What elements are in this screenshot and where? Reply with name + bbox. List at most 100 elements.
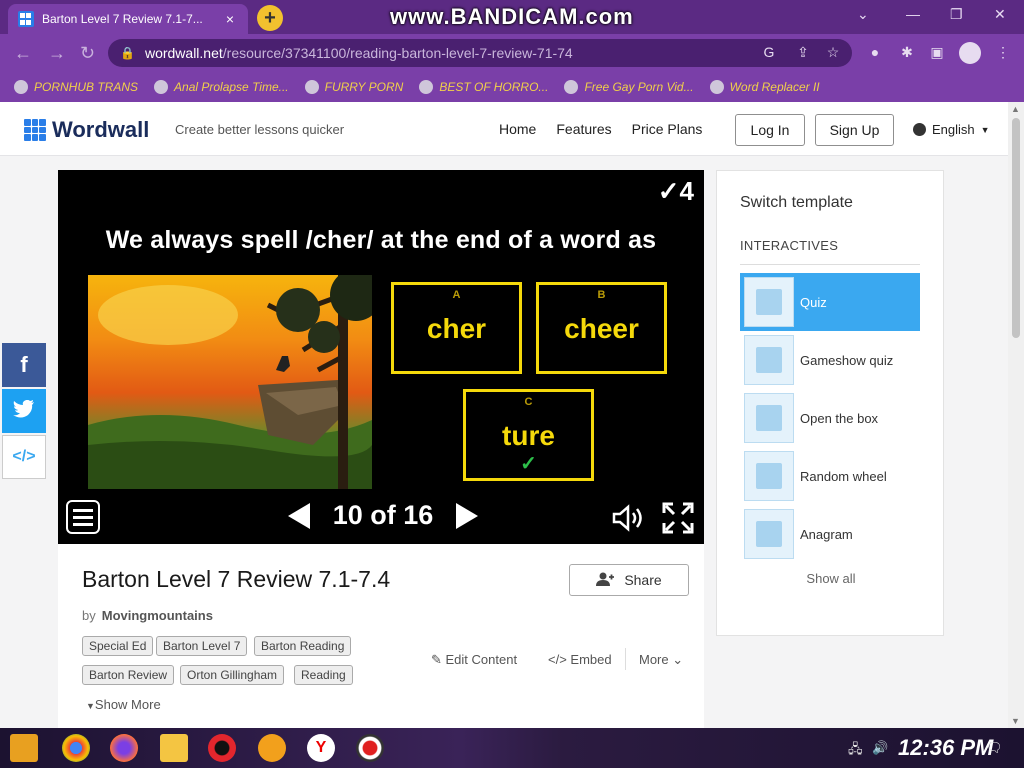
tab-close-icon[interactable]: × — [222, 11, 238, 27]
notifications-icon[interactable]: 🗨 — [986, 740, 1003, 756]
bookmark-item[interactable]: PORNHUB TRANS — [14, 80, 138, 94]
security-app-icon[interactable] — [258, 734, 286, 762]
nav-price-plans[interactable]: Price Plans — [632, 121, 703, 137]
firefox-taskbar-icon[interactable] — [110, 734, 138, 762]
profile-avatar-icon[interactable] — [959, 42, 981, 64]
system-clock[interactable]: 12:36 PM — [898, 735, 993, 761]
minimize-icon[interactable]: — — [906, 6, 920, 22]
bookmark-item[interactable]: BEST OF HORRO... — [419, 80, 548, 94]
scroll-down-icon[interactable]: ▼ — [1011, 716, 1020, 726]
tag-chip[interactable]: Special Ed — [82, 636, 154, 656]
speaker-svg — [612, 504, 642, 532]
yandex-browser-icon[interactable]: Y — [307, 734, 335, 762]
opera-taskbar-icon[interactable] — [208, 734, 236, 762]
embed-link[interactable]: </> Embed — [548, 652, 612, 667]
chrome-taskbar-icon[interactable] — [62, 734, 90, 762]
author-link[interactable]: Movingmountains — [102, 608, 213, 623]
show-all-link[interactable]: Show all — [717, 571, 945, 586]
google-lens-icon[interactable]: G — [760, 44, 778, 62]
facebook-icon: f — [20, 352, 28, 377]
wordwall-logo[interactable]: Wordwall — [24, 117, 149, 143]
url-bar[interactable]: 🔒 wordwall.net/resource/37341100/reading… — [108, 39, 852, 67]
answer-letter: C — [524, 396, 533, 408]
facebook-share-button[interactable]: f — [2, 343, 46, 387]
template-quiz[interactable]: Quiz — [740, 273, 920, 331]
gameshow-thumbnail-icon — [744, 335, 794, 385]
bookmark-favicon-icon — [709, 80, 724, 94]
bookmark-item[interactable]: Free Gay Porn Vid... — [564, 80, 694, 94]
question-text: We always spell /cher/ at the end of a w… — [105, 226, 657, 254]
share-button[interactable]: Share — [569, 564, 689, 596]
chevron-down-icon: ⌄ — [668, 652, 684, 667]
tag-chip[interactable]: Barton Level 7 — [156, 636, 248, 656]
bookmark-item[interactable]: Word Replacer II — [709, 80, 820, 94]
scroll-up-icon[interactable]: ▲ — [1011, 104, 1020, 114]
scrollbar-thumb[interactable] — [1012, 118, 1020, 338]
fullscreen-icon[interactable] — [662, 502, 694, 539]
action-divider — [625, 648, 626, 670]
game-menu-button[interactable] — [66, 500, 100, 534]
answer-option-b[interactable]: B cheer — [536, 282, 667, 374]
reload-icon[interactable]: ↻ — [80, 43, 95, 64]
template-open-the-box[interactable]: Open the box — [740, 389, 920, 447]
nav-home[interactable]: Home — [499, 121, 536, 137]
tag-chip[interactable]: Barton Reading — [254, 636, 352, 656]
tag-chip[interactable]: Orton Gillingham — [180, 665, 285, 685]
extensions-puzzle-icon[interactable]: ✱ — [898, 44, 916, 62]
forward-icon[interactable]: → — [48, 43, 66, 64]
template-gameshow-quiz[interactable]: Gameshow quiz — [740, 331, 920, 389]
wordwall-favicon-icon — [18, 11, 34, 27]
start-menu-icon[interactable] — [10, 734, 38, 762]
tab-search-icon[interactable]: ⌄ — [857, 6, 869, 23]
more-dropdown[interactable]: More ⌄ — [639, 652, 683, 668]
globe-icon — [913, 123, 926, 136]
lock-icon: 🔒 — [120, 46, 135, 60]
network-icon[interactable]: 🖧 — [848, 740, 863, 762]
answer-option-c[interactable]: C ture ✓ — [463, 389, 594, 481]
template-label: Gameshow quiz — [800, 352, 894, 368]
volume-icon[interactable]: 🔊 — [872, 740, 888, 756]
sound-icon[interactable] — [611, 504, 645, 537]
signup-button[interactable]: Sign Up — [815, 114, 894, 146]
edit-content-link[interactable]: ✎ Edit Content — [431, 652, 517, 668]
template-anagram[interactable]: Anagram — [740, 505, 920, 563]
previous-arrow-icon[interactable] — [288, 502, 310, 529]
embed-share-button[interactable]: </> — [2, 435, 46, 479]
tab-title: Barton Level 7 Review 7.1-7... — [42, 12, 203, 26]
bandicam-record-icon[interactable] — [356, 734, 384, 762]
embed-code-icon: </> — [12, 448, 36, 465]
answer-word: ture — [502, 420, 555, 451]
bookmark-star-icon[interactable]: ☆ — [824, 44, 842, 62]
language-selector[interactable]: English ▼ — [913, 122, 990, 137]
caret-down-icon: ▼ — [86, 701, 95, 711]
new-tab-button[interactable]: + — [257, 5, 283, 31]
browser-menu-icon[interactable]: ⋮ — [994, 44, 1012, 62]
login-button[interactable]: Log In — [735, 114, 805, 146]
twitter-share-button[interactable] — [2, 389, 46, 433]
bookmark-favicon-icon — [419, 80, 434, 94]
random-wheel-thumbnail-icon — [744, 451, 794, 501]
bookmark-item[interactable]: Anal Prolapse Time... — [154, 80, 289, 94]
template-random-wheel[interactable]: Random wheel — [740, 447, 920, 505]
restore-icon[interactable]: ❐ — [950, 6, 963, 23]
show-more-toggle[interactable]: ▼Show More — [86, 697, 161, 712]
extension-avatar-icon[interactable]: ● — [866, 44, 884, 62]
pencil-icon: ✎ — [431, 652, 446, 667]
next-arrow-icon[interactable] — [456, 502, 478, 529]
quiz-game-area[interactable]: ✓4 We always spell /cher/ at the end of … — [58, 170, 704, 544]
nav-features[interactable]: Features — [556, 121, 611, 137]
bookmark-item[interactable]: FURRY PORN — [304, 80, 403, 94]
tag-chip[interactable]: Reading — [294, 665, 353, 685]
window-close-icon[interactable]: ✕ — [994, 6, 1006, 23]
answer-option-a[interactable]: A cher — [391, 282, 522, 374]
file-explorer-icon[interactable] — [160, 734, 188, 762]
back-icon[interactable]: ← — [14, 43, 32, 64]
twitter-icon — [13, 398, 35, 424]
brand-name: Wordwall — [52, 117, 150, 142]
share-page-icon[interactable]: ⇪ — [794, 44, 812, 62]
browser-tab[interactable]: Barton Level 7 Review 7.1-7... × — [8, 4, 248, 34]
template-label: Random wheel — [800, 468, 887, 484]
side-panel-icon[interactable]: ▣ — [928, 44, 946, 62]
tag-chip[interactable]: Barton Review — [82, 665, 175, 685]
page-scrollbar[interactable]: ▲ ▼ — [1008, 102, 1024, 728]
